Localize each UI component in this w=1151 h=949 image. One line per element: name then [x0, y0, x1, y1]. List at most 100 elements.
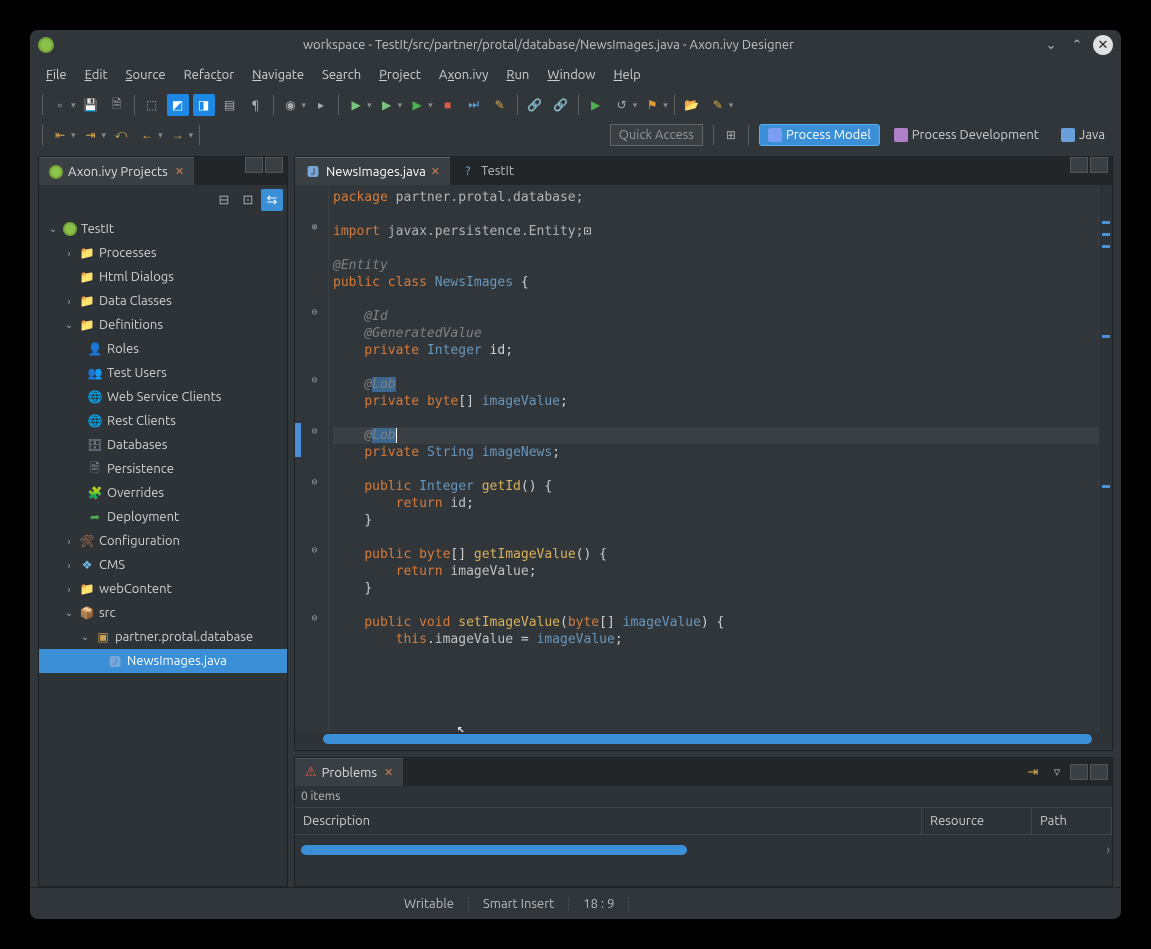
chevron-down-icon[interactable]: ▾ [71, 130, 76, 141]
perspective-process-dev[interactable]: Process Development [886, 125, 1047, 145]
menu-file[interactable]: File [38, 64, 75, 86]
tree-src[interactable]: ⌄📦src [39, 601, 287, 625]
col-description[interactable]: Description [295, 808, 922, 834]
skip-button[interactable]: ⏭ [463, 94, 485, 116]
tree-definitions[interactable]: ⌄📁Definitions [39, 313, 287, 337]
tree-test-users[interactable]: 👥Test Users [39, 361, 287, 385]
nav-annotation-icon[interactable]: ⇥ [80, 124, 102, 146]
chevron-down-icon[interactable]: ▾ [367, 100, 372, 111]
edit-icon[interactable]: ✎ [707, 94, 729, 116]
nav-back-icon[interactable]: ← [136, 124, 158, 146]
focus-button[interactable]: ⇥ [1022, 761, 1044, 783]
nav-fwd-icon[interactable]: → [167, 124, 189, 146]
open-type-button[interactable]: ⬚ [141, 94, 163, 116]
menu-navigate[interactable]: Navigate [244, 64, 312, 86]
tree-cms[interactable]: ›❖CMS [39, 553, 287, 577]
tree-html-dialogs[interactable]: 📁Html Dialogs [39, 265, 287, 289]
tab-problems[interactable]: ⚠ Problems ✕ [295, 758, 403, 786]
code-area[interactable]: package partner.protal.database; import … [329, 185, 1098, 732]
history-icon[interactable]: ↺ [611, 94, 633, 116]
link-icon[interactable]: 🔗 [524, 94, 546, 116]
engine-button[interactable]: ◉ [280, 94, 302, 116]
coverage-button[interactable]: ▶ [406, 94, 428, 116]
perspective-java[interactable]: Java [1053, 125, 1113, 145]
minimize-view-button[interactable] [1070, 764, 1088, 780]
tree-configuration[interactable]: ›🛠Configuration [39, 529, 287, 553]
tree-data-classes[interactable]: ›📁Data Classes [39, 289, 287, 313]
tree-persistence[interactable]: 🗎Persistence [39, 457, 287, 481]
menu-refactor[interactable]: Refactor [176, 64, 243, 86]
new-button[interactable]: ▫ [49, 94, 71, 116]
chevron-down-icon[interactable]: ▾ [189, 130, 194, 141]
nav-last-edit-icon[interactable]: ⇤ [49, 124, 71, 146]
expand-all-button[interactable]: ⊡ [237, 189, 259, 211]
tree-rest-clients[interactable]: 🌐Rest Clients [39, 409, 287, 433]
chevron-down-icon[interactable]: ▾ [663, 100, 668, 111]
close-icon[interactable]: ✕ [175, 165, 184, 178]
project-tree[interactable]: ⌄TestIt ›📁Processes 📁Html Dialogs ›📁Data… [39, 215, 287, 886]
save-all-button[interactable]: 🗎 [106, 94, 128, 116]
menu-run[interactable]: Run [498, 64, 537, 86]
maximize-view-button[interactable] [1090, 157, 1108, 173]
menu-search[interactable]: Search [314, 64, 369, 86]
problems-hscrollbar[interactable]: › [301, 843, 1106, 857]
perspective-process-model[interactable]: Process Model [759, 124, 880, 146]
chevron-down-icon[interactable]: ▾ [71, 100, 76, 111]
chevron-down-icon[interactable]: ▾ [102, 130, 107, 141]
chevron-down-icon[interactable]: ▾ [302, 100, 307, 111]
chevron-down-icon[interactable]: ▾ [633, 100, 638, 111]
col-path[interactable]: Path [1032, 808, 1112, 834]
toggle-mark-button[interactable]: ◩ [167, 94, 189, 116]
chevron-down-icon[interactable]: ▾ [428, 100, 433, 111]
open-folder-icon[interactable]: 📂 [681, 94, 703, 116]
editor-body[interactable]: package partner.protal.database; import … [295, 185, 1112, 732]
stop-button[interactable]: ■ [437, 94, 459, 116]
close-button[interactable]: ✕ [1093, 35, 1113, 55]
breakpoint-icon[interactable]: ✎ [489, 94, 511, 116]
tree-webcontent[interactable]: ›📁webContent [39, 577, 287, 601]
minimize-view-button[interactable] [245, 157, 263, 173]
menu-help[interactable]: Help [605, 64, 648, 86]
link-with-editor-button[interactable]: ⇆ [261, 189, 283, 211]
link2-icon[interactable]: 🔗 [550, 94, 572, 116]
menu-axonivy[interactable]: Axon.ivy [431, 64, 496, 86]
overview-ruler[interactable] [1098, 185, 1112, 732]
collapse-all-button[interactable]: ⊟ [213, 189, 235, 211]
open-perspective-icon[interactable]: ⊞ [720, 124, 742, 146]
tab-axonivy-projects[interactable]: Axon.ivy Projects ✕ [39, 157, 194, 185]
tree-package[interactable]: ⌄▣partner.protal.database [39, 625, 287, 649]
tree-ws-clients[interactable]: 🌐Web Service Clients [39, 385, 287, 409]
maximize-view-button[interactable] [1090, 764, 1108, 780]
close-icon[interactable]: ✕ [431, 165, 440, 178]
menu-window[interactable]: Window [539, 64, 603, 86]
toggle-block-button[interactable]: ◨ [193, 94, 215, 116]
menu-edit[interactable]: Edit [77, 64, 116, 86]
gutter[interactable] [301, 185, 329, 732]
tree-processes[interactable]: ›📁Processes [39, 241, 287, 265]
editor-tab-newsimages[interactable]: 🅹 NewsImages.java ✕ [295, 157, 450, 185]
show-whitespace-button[interactable]: ▤ [219, 94, 241, 116]
quick-access-input[interactable]: Quick Access [610, 124, 703, 146]
tree-project[interactable]: ⌄TestIt [39, 217, 287, 241]
view-menu-button[interactable]: ▿ [1046, 761, 1068, 783]
close-icon[interactable]: ✕ [384, 766, 393, 779]
minimize-view-button[interactable] [1070, 157, 1088, 173]
save-button[interactable]: 💾 [80, 94, 102, 116]
col-resource[interactable]: Resource [922, 808, 1032, 834]
nav-back-last-icon[interactable]: ⤺ [110, 124, 132, 146]
play-icon[interactable]: ▶ [585, 94, 607, 116]
bookmark-icon[interactable]: ⚑ [641, 94, 663, 116]
tree-roles[interactable]: 👤Roles [39, 337, 287, 361]
run-engine-icon[interactable]: ▸ [310, 94, 332, 116]
pilcrow-icon[interactable]: ¶ [245, 94, 267, 116]
chevron-down-icon[interactable]: ▾ [398, 100, 403, 111]
run-button[interactable]: ▶ [376, 94, 398, 116]
editor-tab-testit[interactable]: ? TestIt [450, 157, 524, 185]
editor-hscrollbar[interactable] [323, 732, 1098, 746]
menu-project[interactable]: Project [371, 64, 429, 86]
chevron-down-icon[interactable]: ▾ [729, 100, 734, 111]
maximize-button[interactable]: ⌃ [1067, 35, 1087, 55]
menu-source[interactable]: Source [118, 64, 174, 86]
maximize-view-button[interactable] [265, 157, 283, 173]
tree-file-newsimages[interactable]: 🅹NewsImages.java [39, 649, 287, 673]
